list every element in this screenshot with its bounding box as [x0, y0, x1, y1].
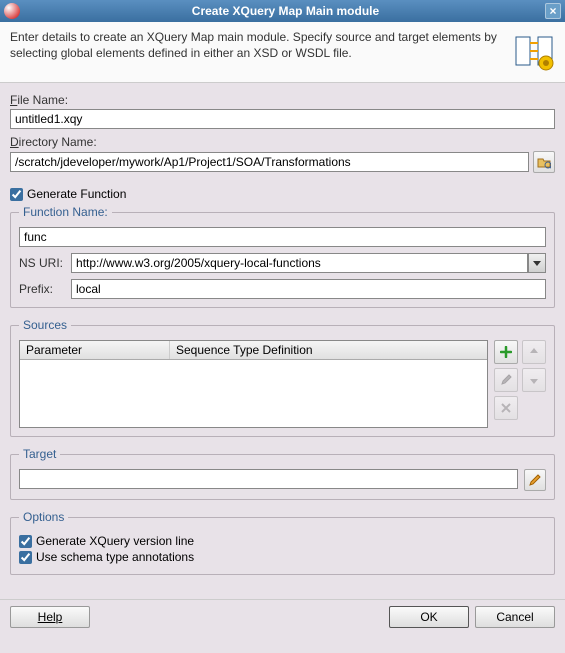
filename-input[interactable] [10, 109, 555, 129]
header-description: Enter details to create an XQuery Map ma… [10, 30, 513, 72]
generate-version-label: Generate XQuery version line [36, 534, 194, 548]
sources-fieldset: Sources Parameter Sequence Type Definiti… [10, 318, 555, 437]
remove-source-button[interactable] [494, 396, 518, 420]
sources-table-header: Parameter Sequence Type Definition [20, 341, 487, 360]
help-button[interactable]: Help [10, 606, 90, 628]
edit-source-button[interactable] [494, 368, 518, 392]
add-source-button[interactable] [494, 340, 518, 364]
target-input[interactable] [19, 469, 518, 489]
app-icon [4, 3, 20, 19]
close-button[interactable]: × [545, 3, 561, 19]
generate-version-checkbox[interactable] [19, 535, 32, 548]
titlebar: Create XQuery Map Main module × [0, 0, 565, 22]
prefix-label: Prefix: [19, 282, 63, 296]
move-down-button[interactable] [522, 368, 546, 392]
edit-target-button[interactable] [524, 469, 546, 491]
ns-uri-combo [71, 253, 546, 273]
dirname-field: Directory Name: [10, 135, 555, 173]
dirname-input[interactable] [10, 152, 529, 172]
target-legend: Target [19, 447, 60, 461]
sources-table[interactable]: Parameter Sequence Type Definition [19, 340, 488, 428]
filename-label: File Name: [10, 93, 555, 107]
browse-directory-button[interactable] [533, 151, 555, 173]
cancel-button[interactable]: Cancel [475, 606, 555, 628]
sources-col-seqtype: Sequence Type Definition [170, 341, 487, 359]
function-legend: Function Name: [19, 205, 112, 219]
function-name-input[interactable] [19, 227, 546, 247]
window-title: Create XQuery Map Main module [26, 4, 545, 18]
ok-button[interactable]: OK [389, 606, 469, 628]
prefix-input[interactable] [71, 279, 546, 299]
ns-uri-label: NS URI: [19, 256, 63, 270]
generate-function-checkbox[interactable] [10, 188, 23, 201]
function-fieldset: Function Name: NS URI: Prefix: [10, 205, 555, 308]
options-legend: Options [19, 510, 68, 524]
move-up-button[interactable] [522, 340, 546, 364]
filename-field: File Name: [10, 93, 555, 129]
header: Enter details to create an XQuery Map ma… [0, 22, 565, 83]
ns-uri-dropdown-button[interactable] [528, 253, 546, 273]
sources-legend: Sources [19, 318, 71, 332]
dialog-footer: Help OK Cancel [0, 599, 565, 634]
ns-uri-input[interactable] [71, 253, 528, 273]
target-fieldset: Target [10, 447, 555, 500]
sources-col-parameter: Parameter [20, 341, 170, 359]
dirname-label: Directory Name: [10, 135, 555, 149]
xquery-map-icon [513, 30, 555, 72]
generate-function-row: Generate Function [10, 187, 555, 201]
generate-function-label: Generate Function [27, 187, 126, 201]
schema-annotations-checkbox[interactable] [19, 551, 32, 564]
options-fieldset: Options Generate XQuery version line Use… [10, 510, 555, 575]
schema-annotations-label: Use schema type annotations [36, 550, 194, 564]
